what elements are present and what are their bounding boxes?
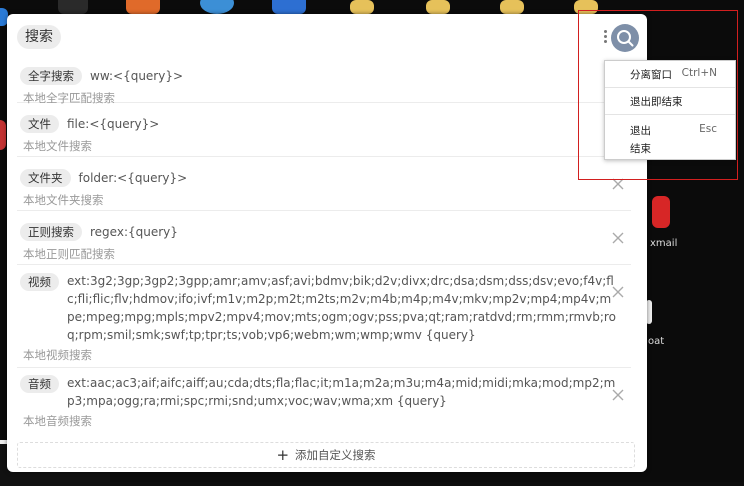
item-description: 本地视频搜索 bbox=[23, 348, 92, 362]
close-icon[interactable] bbox=[611, 285, 625, 299]
item-query: ww:<{query}> bbox=[90, 69, 184, 83]
menu-divider bbox=[605, 87, 735, 88]
menu-item-shortcut: Esc bbox=[699, 123, 717, 135]
item-description: 本地文件夹搜索 bbox=[23, 193, 104, 207]
desktop-app-icon[interactable] bbox=[0, 120, 6, 150]
panel-title: 搜索 bbox=[17, 25, 61, 49]
list-item[interactable]: 视频 ext:3g2;3gp;3gp2;3gpp;amr;amv;asf;avi;… bbox=[17, 265, 631, 368]
menu-item-shortcut: Ctrl+N bbox=[681, 67, 717, 79]
desktop-app-icon[interactable] bbox=[200, 0, 234, 14]
item-query: file:<{query}> bbox=[67, 117, 160, 131]
desktop-folder-icon[interactable] bbox=[350, 0, 374, 14]
more-options-menu: 分离窗口 Ctrl+N 退出即结束 退出 Esc 结束 bbox=[604, 60, 736, 160]
close-icon[interactable] bbox=[611, 231, 625, 245]
mail-app-icon[interactable] bbox=[652, 196, 670, 228]
close-icon[interactable] bbox=[611, 388, 625, 402]
item-description: 本地音频搜索 bbox=[23, 414, 92, 428]
desktop-app-icon[interactable] bbox=[126, 0, 160, 14]
menu-divider bbox=[605, 114, 735, 115]
list-item[interactable]: 正则搜索 regex:{query} 本地正则匹配搜索 bbox=[17, 211, 631, 265]
desktop-label: oat bbox=[648, 336, 665, 347]
desktop-folder-icon[interactable] bbox=[426, 0, 450, 14]
item-tag: 正则搜索 bbox=[20, 223, 82, 241]
menu-item-label: 结束 bbox=[630, 143, 651, 155]
menu-item-label: 退出 bbox=[630, 125, 651, 137]
item-tag: 视频 bbox=[20, 273, 59, 291]
item-tag: 全字搜索 bbox=[20, 67, 82, 85]
item-description: 本地文件搜索 bbox=[23, 139, 92, 153]
item-query: regex:{query} bbox=[90, 225, 178, 239]
desktop-folder-icon[interactable] bbox=[500, 0, 524, 14]
search-engine-list: 全字搜索 ww:<{query}> 本地全字匹配搜索 文件 file:<{query… bbox=[17, 61, 631, 434]
list-item[interactable]: 文件夹 folder:<{query}> 本地文件夹搜索 bbox=[17, 157, 631, 211]
menu-item-label: 分离窗口 bbox=[630, 69, 672, 81]
add-custom-search-label: 添加自定义搜索 bbox=[295, 448, 376, 462]
item-tag: 文件 bbox=[20, 115, 59, 133]
item-tag: 文件夹 bbox=[20, 169, 71, 187]
list-item[interactable]: 全字搜索 ww:<{query}> 本地全字匹配搜索 bbox=[17, 61, 631, 105]
list-item[interactable]: 音频 ext:aac;ac3;aif;aifc;aiff;au;cda;dts;f… bbox=[17, 368, 631, 434]
desktop-label: xmail bbox=[650, 238, 678, 249]
search-panel: 搜索 全字搜索 ww:<{query}> 本地全字匹配搜索 文件 file:<{qu… bbox=[7, 14, 647, 472]
list-item[interactable]: 文件 file:<{query}> 本地文件搜索 bbox=[17, 103, 631, 157]
item-query: folder:<{query}> bbox=[78, 171, 188, 185]
item-tag: 音频 bbox=[20, 375, 59, 393]
item-query: ext:3g2;3gp;3gp2;3gpp;amr;amv;asf;avi;bd… bbox=[67, 274, 616, 342]
desktop-app-icon[interactable] bbox=[272, 0, 306, 14]
menu-item-label: 退出即结束 bbox=[630, 96, 683, 108]
item-description: 本地正则匹配搜索 bbox=[23, 247, 115, 261]
plus-icon: + bbox=[276, 446, 290, 464]
item-query: ext:aac;ac3;aif;aifc;aiff;au;cda;dts;fla… bbox=[67, 376, 616, 408]
add-custom-search-button[interactable]: + 添加自定义搜索 bbox=[17, 442, 635, 468]
desktop-app-icon[interactable] bbox=[58, 0, 88, 14]
